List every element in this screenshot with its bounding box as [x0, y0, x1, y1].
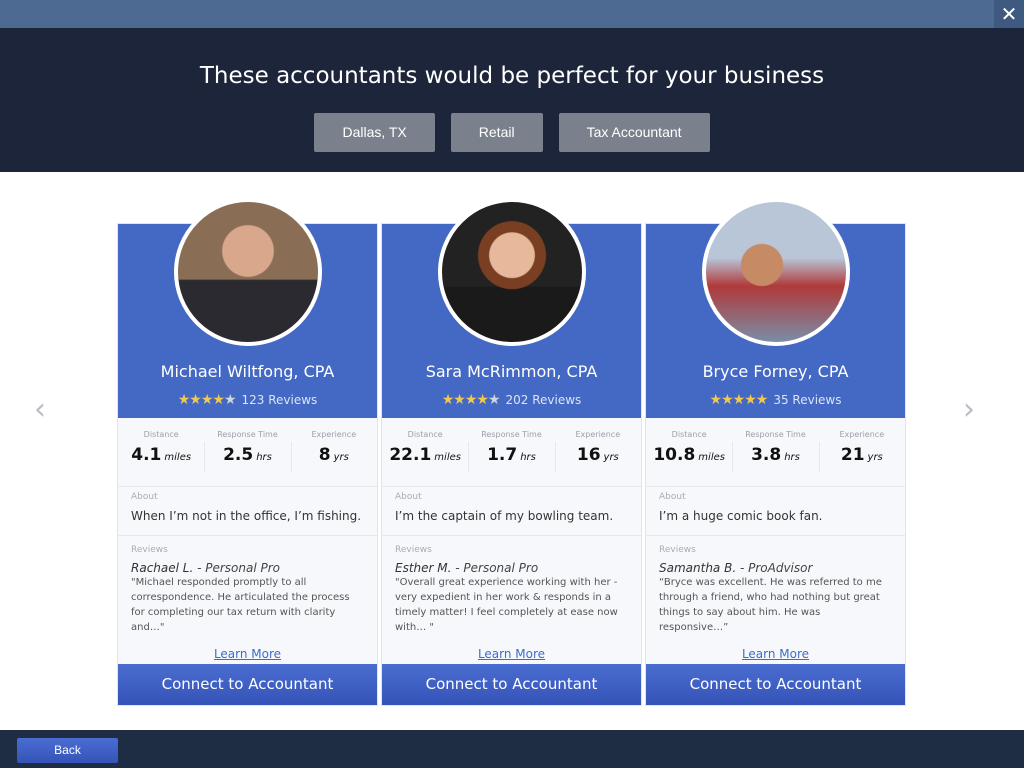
prev-arrow-icon[interactable]: ‹	[34, 392, 46, 427]
reviewer: Rachael L. - Personal Pro	[131, 561, 281, 575]
rating: ★★★★★ 35 Reviews	[646, 392, 905, 408]
review-text: "Michael responded promptly to all corre…	[131, 577, 350, 633]
star-rating-icon: ★★★★★	[177, 392, 237, 408]
review-count: 202 Reviews	[505, 393, 582, 407]
star-rating-icon: ★★★★★	[441, 392, 501, 408]
star-rating-icon: ★★★★★	[709, 392, 769, 408]
experience-value: 16 yrs	[576, 445, 619, 465]
about-section: About I’m the captain of my bowling team…	[382, 487, 641, 536]
back-button[interactable]: Back	[17, 738, 118, 763]
about-text: I’m a huge comic book fan.	[659, 509, 823, 523]
close-button[interactable]: ✕	[994, 0, 1024, 28]
learn-more-link[interactable]: Learn More	[131, 647, 364, 661]
reviews-label: Reviews	[659, 545, 696, 555]
reviews-label: Reviews	[131, 545, 168, 555]
response-value: 1.7 hrs	[487, 445, 536, 465]
about-label: About	[659, 492, 686, 502]
about-text: I’m the captain of my bowling team.	[395, 509, 614, 523]
reviewer: Esther M. - Personal Pro	[395, 561, 539, 575]
distance-value: 4.1 miles	[131, 445, 192, 465]
filter-type[interactable]: Tax Accountant	[558, 113, 710, 152]
learn-more-link[interactable]: Learn More	[659, 647, 892, 661]
distance-value: 10.8 miles	[653, 445, 725, 465]
accountant-card: Bryce Forney, CPA ★★★★★ 35 Reviews Distan…	[645, 198, 906, 706]
filter-location[interactable]: Dallas, TX	[314, 113, 435, 152]
connect-button[interactable]: Connect to Accountant	[118, 664, 377, 705]
about-text: When I’m not in the office, I’m fishing.	[131, 509, 362, 523]
experience-label: Experience	[311, 430, 357, 439]
header: These accountants would be perfect for y…	[0, 28, 1024, 172]
experience-label: Experience	[839, 430, 885, 439]
card-header: Michael Wiltfong, CPA ★★★★★ 123 Reviews	[118, 198, 377, 418]
response-label: Response Time	[745, 430, 806, 439]
stats: Distance 10.8 miles Response Time 3.8 hrs Ex…	[646, 418, 905, 487]
distance-value: 22.1 miles	[389, 445, 461, 465]
reviews-section: Reviews Rachael L. - Personal Pro "Micha…	[118, 536, 377, 666]
rating: ★★★★★ 123 Reviews	[118, 392, 377, 408]
reviews-section: Reviews Samantha B. - ProAdvisor “Bryce …	[646, 536, 905, 666]
distance-label: Distance	[671, 430, 707, 439]
accountant-name: Michael Wiltfong, CPA	[160, 362, 335, 381]
avatar	[174, 198, 322, 346]
response-label: Response Time	[481, 430, 542, 439]
connect-button[interactable]: Connect to Accountant	[646, 664, 905, 705]
accountant-card: Sara McRimmon, CPA ★★★★★ 202 Reviews Dist…	[381, 198, 642, 706]
about-label: About	[395, 492, 422, 502]
avatar	[702, 198, 850, 346]
response-value: 2.5 hrs	[223, 445, 272, 465]
distance-label: Distance	[143, 430, 179, 439]
review-count: 123 Reviews	[241, 393, 318, 407]
accountant-card: Michael Wiltfong, CPA ★★★★★ 123 Reviews D…	[117, 198, 378, 706]
avatar	[438, 198, 586, 346]
reviewer: Samantha B. - ProAdvisor	[659, 561, 813, 575]
about-section: About I’m a huge comic book fan.	[646, 487, 905, 536]
review-text: “Bryce was excellent. He was referred to…	[659, 577, 882, 633]
accountant-name: Bryce Forney, CPA	[702, 362, 849, 381]
connect-button[interactable]: Connect to Accountant	[382, 664, 641, 705]
reviews-label: Reviews	[395, 545, 432, 555]
top-bar: ✕	[0, 0, 1024, 28]
review-text: "Overall great experience working with h…	[395, 577, 618, 633]
card-header: Sara McRimmon, CPA ★★★★★ 202 Reviews	[382, 198, 641, 418]
experience-label: Experience	[575, 430, 621, 439]
experience-value: 8 yrs	[318, 445, 349, 465]
page-title: These accountants would be perfect for y…	[199, 63, 825, 89]
distance-label: Distance	[407, 430, 443, 439]
stats: Distance 22.1 miles Response Time 1.7 hrs Ex…	[382, 418, 641, 487]
reviews-section: Reviews Esther M. - Personal Pro "Overal…	[382, 536, 641, 666]
footer: Back	[0, 730, 1024, 768]
stats: Distance 4.1 miles Response Time 2.5 hrs Exp…	[118, 418, 377, 487]
card-header: Bryce Forney, CPA ★★★★★ 35 Reviews	[646, 198, 905, 418]
next-arrow-icon[interactable]: ›	[963, 392, 975, 427]
about-section: About When I’m not in the office, I’m fi…	[118, 487, 377, 536]
rating: ★★★★★ 202 Reviews	[382, 392, 641, 408]
about-label: About	[131, 492, 158, 502]
response-value: 3.8 hrs	[751, 445, 800, 465]
accountant-name: Sara McRimmon, CPA	[425, 362, 598, 381]
learn-more-link[interactable]: Learn More	[395, 647, 628, 661]
review-count: 35 Reviews	[773, 393, 842, 407]
response-label: Response Time	[217, 430, 278, 439]
experience-value: 21 yrs	[840, 445, 883, 465]
filter-industry[interactable]: Retail	[450, 113, 543, 152]
